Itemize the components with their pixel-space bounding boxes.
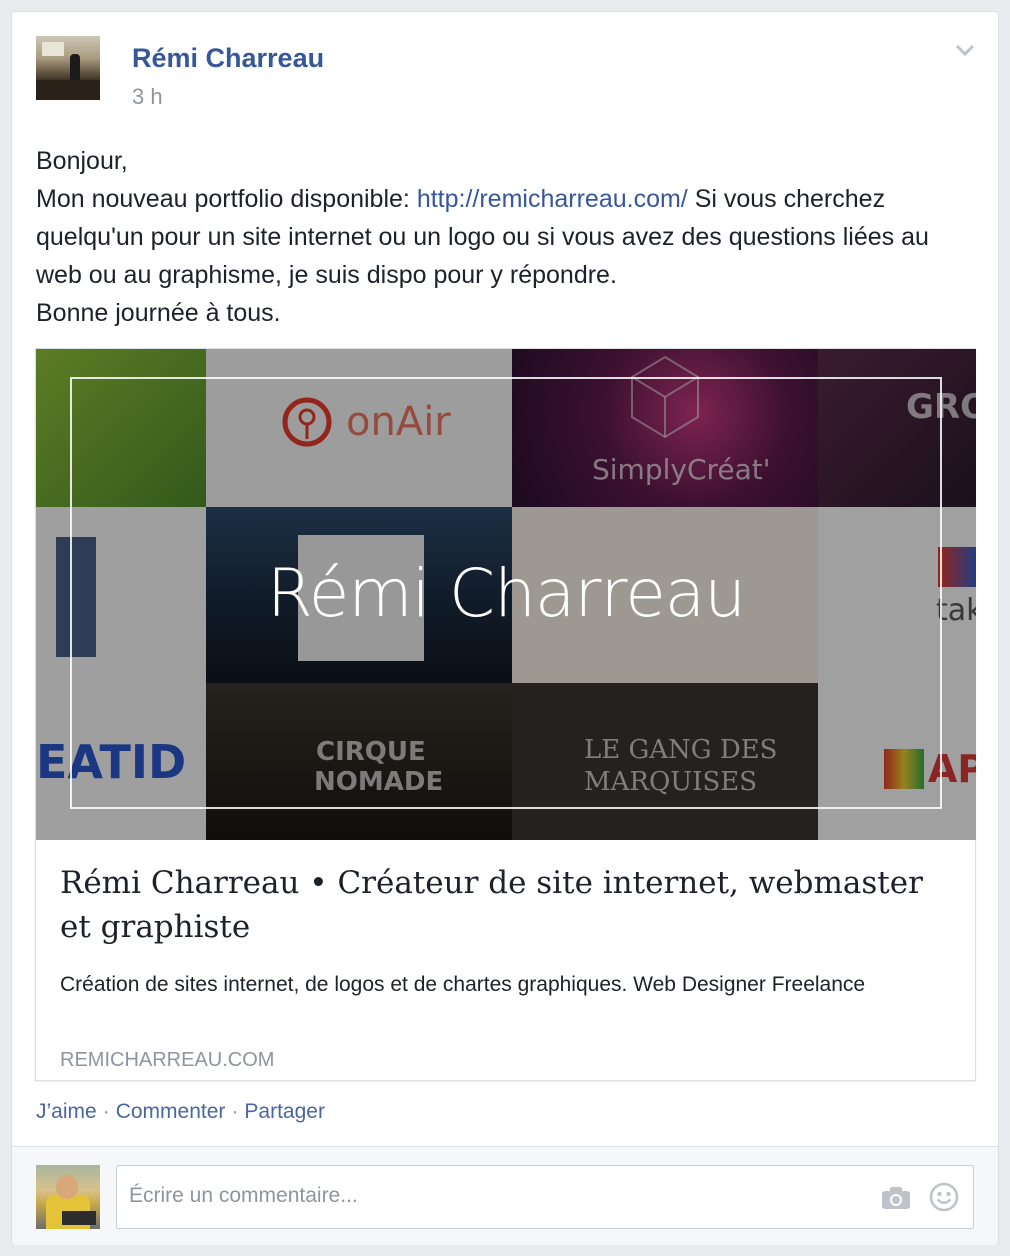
- image-title: Rémi Charreau: [266, 555, 746, 632]
- comment-composer: Écrire un commentaire...: [12, 1146, 998, 1245]
- author-name[interactable]: Rémi Charreau: [132, 43, 324, 74]
- comment-button[interactable]: Commenter: [116, 1100, 226, 1123]
- share-button[interactable]: Partager: [244, 1100, 325, 1123]
- link-preview-title[interactable]: Rémi Charreau • Créateur de site interne…: [60, 861, 960, 949]
- link-preview-card[interactable]: onAir SimplyCréat' GRO tak EATID CIRQUE …: [35, 348, 976, 1081]
- smile-icon[interactable]: [929, 1182, 959, 1212]
- comment-input[interactable]: Écrire un commentaire...: [116, 1165, 974, 1229]
- action-separator: ·: [231, 1100, 239, 1123]
- link-preview-image[interactable]: onAir SimplyCréat' GRO tak EATID CIRQUE …: [36, 349, 976, 840]
- post-actions: J’aime · Commenter · Partager: [36, 1100, 325, 1124]
- viewer-avatar[interactable]: [36, 1165, 100, 1229]
- chevron-down-icon[interactable]: [954, 42, 976, 58]
- post-text-line1: Bonjour,: [36, 147, 128, 175]
- avatar-screen-shape: [42, 42, 64, 56]
- post-link[interactable]: http://remicharreau.com/: [417, 185, 688, 213]
- post-text-prefix: Mon nouveau portfolio disponible:: [36, 185, 417, 213]
- like-button[interactable]: J’aime: [36, 1100, 97, 1123]
- post-text-body: Mon nouveau portfolio disponible: http:/…: [36, 180, 976, 294]
- viewer-avatar-head-shape: [56, 1175, 78, 1199]
- link-preview-description: Création de sites internet, de logos et …: [60, 973, 866, 996]
- camera-icon[interactable]: [881, 1186, 911, 1210]
- viewer-avatar-laptop-shape: [62, 1211, 96, 1225]
- author-avatar[interactable]: [36, 36, 100, 100]
- avatar-desk-shape: [36, 80, 100, 100]
- comment-placeholder: Écrire un commentaire...: [129, 1184, 358, 1207]
- post-text: Bonjour, Mon nouveau portfolio disponibl…: [36, 142, 976, 332]
- link-preview-domain: REMICHARREAU.COM: [60, 1049, 275, 1071]
- post-timestamp[interactable]: 3 h: [132, 84, 163, 110]
- action-separator: ·: [102, 1100, 110, 1123]
- post-text-last: Bonne journée à tous.: [36, 299, 281, 327]
- post-card: Rémi Charreau 3 h Bonjour, Mon nouveau p…: [11, 11, 999, 1245]
